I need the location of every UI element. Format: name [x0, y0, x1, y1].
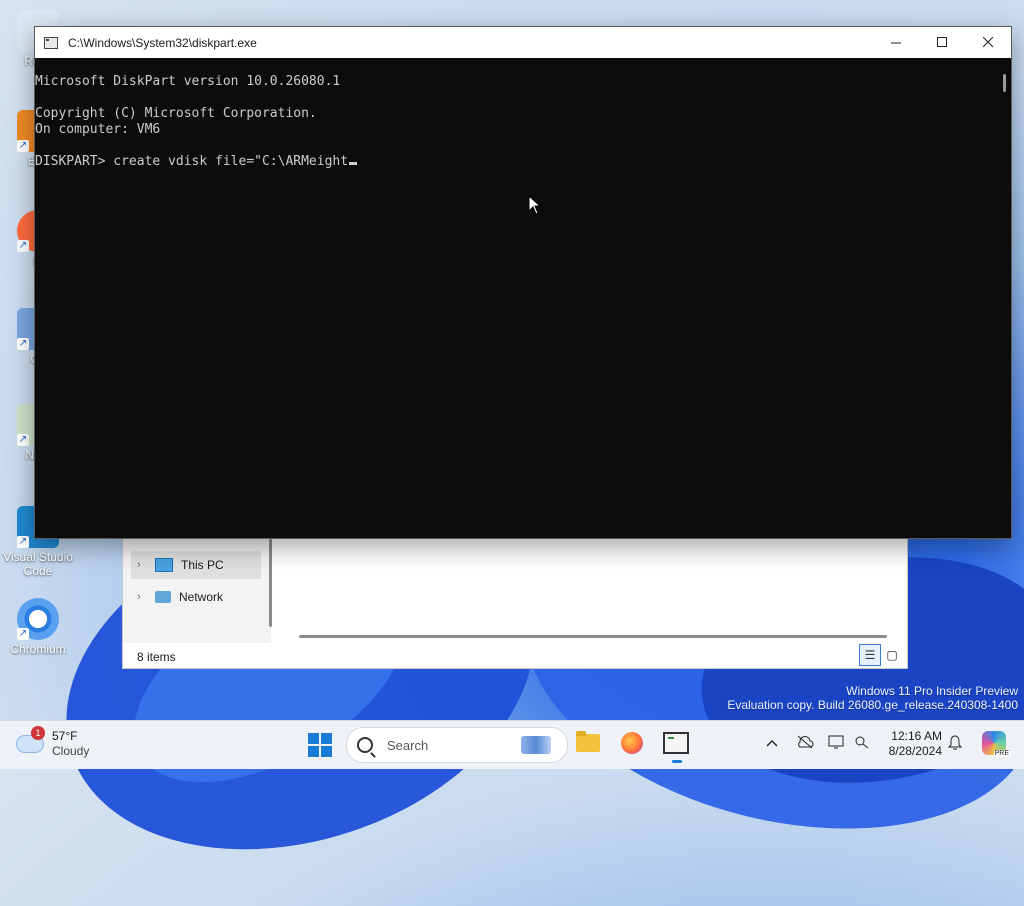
shortcut-arrow-icon: ↗: [17, 628, 29, 640]
windows-logo-icon: [308, 733, 319, 744]
diskpart-console-window[interactable]: C:\Windows\System32\diskpart.exe Microso…: [34, 26, 1012, 539]
taskbar-file-explorer[interactable]: [574, 729, 602, 757]
desktop-icon-label: Visual Studio Code: [3, 550, 73, 578]
shortcut-arrow-icon: ↗: [17, 338, 29, 350]
copilot-badge: PRE: [993, 750, 1010, 757]
taskbar-firefox[interactable]: [618, 729, 646, 757]
text-cursor: [349, 162, 358, 165]
this-pc-icon: [155, 558, 173, 572]
command-text: DISKPART> create vdisk file="C:\ARMeight: [35, 154, 349, 169]
terminal-line: On computer: VM6: [35, 122, 161, 137]
network-icon: [155, 591, 171, 603]
shortcut-arrow-icon: ↗: [17, 536, 29, 548]
console-app-icon: [663, 732, 689, 754]
terminal-scrollbar[interactable]: [995, 58, 1011, 538]
display-settings-button[interactable]: [828, 735, 846, 752]
close-icon: [982, 37, 993, 48]
file-explorer-window: › This PC › Network 8 items ☰ ▢: [122, 530, 908, 669]
minimize-button[interactable]: [873, 27, 919, 58]
nav-item-this-pc[interactable]: › This PC: [131, 551, 261, 579]
minimize-icon: [890, 42, 901, 44]
nav-scrollbar[interactable]: [269, 539, 272, 627]
search-highlight-icon: [521, 736, 551, 754]
tiles-view-button[interactable]: ▢: [881, 644, 903, 666]
maximize-button[interactable]: [919, 27, 965, 58]
taskbar: 1 57°F Cloudy Search 12:16 AM 8/28/2024: [0, 720, 1024, 769]
onedrive-status-button[interactable]: [796, 735, 814, 752]
close-button[interactable]: [965, 27, 1011, 58]
status-item-count: 8 items: [137, 650, 176, 664]
title-bar[interactable]: C:\Windows\System32\diskpart.exe: [35, 27, 1011, 58]
content-scrollbar[interactable]: [299, 635, 887, 638]
scrollbar-thumb[interactable]: [1003, 74, 1006, 92]
firefox-icon: [621, 732, 643, 754]
taskbar-search-box[interactable]: Search: [346, 727, 568, 763]
console-app-icon: [44, 36, 58, 49]
notifications-button[interactable]: [947, 735, 963, 750]
network-status-button[interactable]: [854, 735, 870, 752]
shortcut-arrow-icon: ↗: [17, 240, 29, 252]
nav-item-label: Network: [179, 590, 224, 604]
chromium-icon: ↗: [17, 598, 59, 640]
search-placeholder: Search: [387, 737, 429, 753]
cloud-offline-icon: [797, 735, 814, 749]
shortcut-arrow-icon: ↗: [17, 140, 29, 152]
terminal-line: Copyright (C) Microsoft Corporation.: [35, 106, 317, 121]
cloud-icon: 1: [16, 726, 45, 753]
watermark-line: Evaluation copy. Build 26080.ge_release.…: [727, 698, 1018, 712]
search-icon: [357, 737, 373, 753]
network-disconnected-icon: [855, 736, 869, 749]
weather-badge: 1: [31, 726, 45, 740]
weather-temp: 57°F: [52, 729, 78, 743]
nav-item-network[interactable]: › Network: [131, 583, 261, 611]
system-clock[interactable]: 12:16 AM 8/28/2024: [880, 729, 942, 759]
clock-date: 8/28/2024: [888, 744, 942, 758]
show-hidden-icons-button[interactable]: [766, 735, 778, 751]
shortcut-arrow-icon: ↗: [17, 434, 29, 446]
evaluation-watermark: Windows 11 Pro Insider Preview Evaluatio…: [727, 684, 1018, 712]
start-button[interactable]: [308, 733, 332, 757]
weather-condition: Cloudy: [52, 744, 90, 758]
chevron-right-icon[interactable]: ›: [137, 591, 147, 603]
maximize-icon: [936, 37, 947, 47]
desktop-icon-label: Chromium: [10, 642, 66, 656]
taskbar-diskpart[interactable]: [662, 729, 690, 763]
mouse-pointer-icon: [528, 194, 542, 220]
clock-time: 12:16 AM: [891, 729, 942, 743]
navigation-pane: › This PC › Network: [123, 531, 271, 643]
desktop-icon-chromium[interactable]: ↗ Chromium: [0, 598, 78, 656]
watermark-line: Windows 11 Pro Insider Preview: [846, 684, 1018, 698]
command-line[interactable]: DISKPART> create vdisk file="C:\ARMeight: [35, 154, 995, 170]
copilot-button[interactable]: PRE: [982, 731, 1010, 757]
folder-icon: [576, 731, 600, 752]
terminal-output[interactable]: Microsoft DiskPart version 10.0.26080.1 …: [35, 58, 995, 538]
chevron-right-icon[interactable]: ›: [137, 559, 147, 571]
display-icon: [828, 735, 844, 749]
weather-widget[interactable]: 1 57°F Cloudy: [16, 726, 90, 759]
bell-icon: [947, 735, 963, 750]
terminal-line: Microsoft DiskPart version 10.0.26080.1: [35, 74, 341, 89]
window-title: C:\Windows\System32\diskpart.exe: [68, 35, 257, 50]
details-view-button[interactable]: ☰: [859, 644, 881, 666]
nav-item-label: This PC: [181, 558, 224, 572]
chevron-up-icon: [766, 740, 778, 747]
